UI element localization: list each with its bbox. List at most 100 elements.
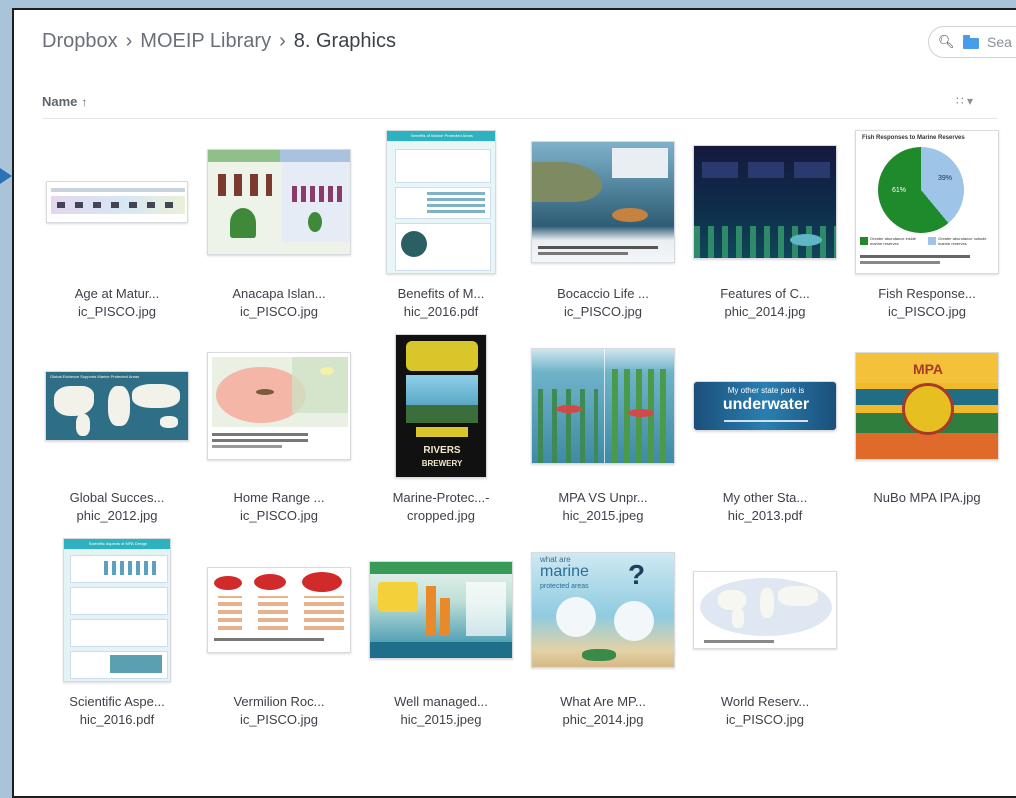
breadcrumb: Dropbox › MOEIP Library › 8. Graphics: [42, 30, 396, 53]
chevron-down-icon: ▾: [966, 94, 974, 108]
file-name: Marine-Protec...-: [392, 490, 490, 505]
thumbnail-image: Benefits of Marine Protected Areas: [386, 130, 496, 274]
file-name-suffix: ic_PISCO.jpg: [563, 304, 643, 319]
file-name: Home Range ...: [233, 490, 325, 505]
file-name: Global Succes...: [69, 490, 165, 505]
file-name-suffix: ic_PISCO.jpg: [887, 304, 967, 319]
thumbnail-image: Scientific Aspects of MPA Design: [63, 538, 171, 682]
file-thumbnail: [690, 536, 840, 684]
search-placeholder: Sea: [987, 34, 1012, 50]
pointer-arrow: [0, 168, 12, 184]
thumbnail-image: MPA: [855, 352, 999, 460]
thumbnail-image: My other state park is underwater: [693, 381, 837, 431]
file-name-suffix: ic_PISCO.jpg: [239, 508, 319, 523]
file-name-suffix: hic_2016.pdf: [79, 712, 155, 727]
file-thumbnail: Global Evidence Supports Marine Protecte…: [42, 332, 192, 480]
thumbnail-text: RIVERS: [423, 445, 461, 456]
file-name: World Reserv...: [720, 694, 810, 709]
file-name-suffix: hic_2016.pdf: [403, 304, 479, 319]
thumbnail-image: [46, 181, 188, 223]
view-toggle-button[interactable]: ∷ ▾: [956, 94, 973, 108]
file-name: NuBo MPA IPA.jpg: [873, 490, 981, 505]
file-name: Features of C...: [720, 286, 810, 301]
thumbnail-image: what are marine protected areas ?: [531, 552, 675, 668]
file-thumbnail: RIVERS BREWERY: [366, 332, 516, 480]
file-thumbnail: what are marine protected areas ?: [528, 536, 678, 684]
breadcrumb-parent[interactable]: MOEIP Library: [140, 30, 271, 52]
pie-label: 39%: [938, 175, 953, 182]
dropbox-window: Dropbox › MOEIP Library › 8. Graphics 🔍︎ Sea…: [12, 8, 1016, 798]
file-name-suffix: phic_2012.jpg: [76, 508, 158, 523]
file-name: My other Sta...: [722, 490, 808, 505]
thumbnail-image: [531, 141, 675, 263]
file-name-suffix: phic_2014.jpg: [724, 304, 806, 319]
divider: [42, 118, 997, 119]
thumbnail-title: Scientific Aspects of MPA Design: [64, 539, 170, 549]
thumbnail-text: BREWERY: [421, 459, 463, 468]
thumbnail-image: [207, 567, 351, 653]
file-name: MPA VS Unpr...: [558, 490, 648, 505]
file-name: Fish Response...: [878, 286, 976, 301]
search-box[interactable]: 🔍︎ Sea: [928, 26, 1016, 58]
file-name: Vermilion Roc...: [233, 694, 325, 709]
file-thumbnail: Fish Responses to Marine Reserves 61% 39…: [852, 128, 1002, 276]
folder-icon: [963, 35, 979, 49]
arrow-up-icon: ↑: [81, 95, 88, 109]
file-name: Anacapa Islan...: [232, 286, 326, 301]
file-name-suffix: phic_2014.jpg: [562, 712, 644, 727]
file-name: Benefits of M...: [397, 286, 485, 301]
thumbnail-text: MPA: [912, 361, 944, 377]
file-name-suffix: ic_PISCO.jpg: [239, 712, 319, 727]
thumbnail-image: RIVERS BREWERY: [395, 334, 487, 478]
file-thumbnail: Benefits of Marine Protected Areas: [366, 128, 516, 276]
legend-label: Greater abundance inside marine reserves: [870, 236, 917, 246]
file-name: Bocaccio Life ...: [557, 286, 649, 301]
thumbnail-image: Global Evidence Supports Marine Protecte…: [45, 371, 189, 441]
breadcrumb-current: 8. Graphics: [293, 30, 396, 52]
file-thumbnail: [204, 128, 354, 276]
thumbnail-title: Benefits of Marine Protected Areas: [387, 131, 495, 141]
thumbnail-text: marine: [540, 563, 589, 580]
breadcrumb-separator: ›: [279, 30, 286, 52]
thumbnail-text: protected areas: [540, 583, 589, 590]
thumbnail-image: [207, 149, 351, 255]
file-thumbnail: [690, 128, 840, 276]
grid-view-icon: ∷: [956, 94, 964, 108]
sort-by-name-header[interactable]: Name ↑: [42, 94, 87, 109]
thumbnail-text: underwater: [722, 396, 810, 413]
thumbnail-title: Global Evidence Supports Marine Protecte…: [50, 374, 140, 379]
question-icon: ?: [628, 559, 646, 590]
file-name: Age at Matur...: [74, 286, 160, 301]
file-name-suffix: ic_PISCO.jpg: [725, 712, 805, 727]
breadcrumb-root[interactable]: Dropbox: [42, 30, 118, 52]
thumbnail-image: [693, 145, 837, 259]
thumbnail-image: [531, 348, 675, 464]
file-thumbnail: [528, 332, 678, 480]
file-name: Well managed...: [394, 694, 488, 709]
file-thumbnail: [204, 536, 354, 684]
file-thumbnail: MPA: [852, 332, 1002, 480]
file-thumbnail: Scientific Aspects of MPA Design: [42, 536, 192, 684]
file-name-suffix: hic_2015.jpeg: [562, 508, 644, 523]
pie-label: 61%: [892, 187, 907, 194]
file-name-suffix: ic_PISCO.jpg: [239, 304, 319, 319]
file-name-suffix: hic_2015.jpeg: [400, 712, 482, 727]
file-thumbnail: [42, 128, 192, 276]
thumbnail-text: My other state park is: [727, 386, 805, 395]
file-thumbnail: [204, 332, 354, 480]
file-name-suffix: ic_PISCO.jpg: [77, 304, 157, 319]
name-column-label: Name: [42, 94, 78, 109]
breadcrumb-separator: ›: [125, 30, 133, 52]
thumbnail-image: [207, 352, 351, 460]
file-name-suffix: cropped.jpg: [407, 508, 475, 523]
thumbnail-image: Fish Responses to Marine Reserves 61% 39…: [855, 130, 999, 274]
file-name-suffix: hic_2013.pdf: [727, 508, 803, 523]
search-icon: 🔍︎: [938, 34, 955, 49]
file-thumbnail: [366, 536, 516, 684]
file-name: What Are MP...: [560, 694, 646, 709]
legend-label: Greater abundance outside marine reserve…: [938, 236, 987, 246]
thumbnail-image: [693, 571, 837, 649]
thumbnail-image: [369, 561, 513, 659]
file-thumbnail: [528, 128, 678, 276]
file-thumbnail: My other state park is underwater: [690, 332, 840, 480]
